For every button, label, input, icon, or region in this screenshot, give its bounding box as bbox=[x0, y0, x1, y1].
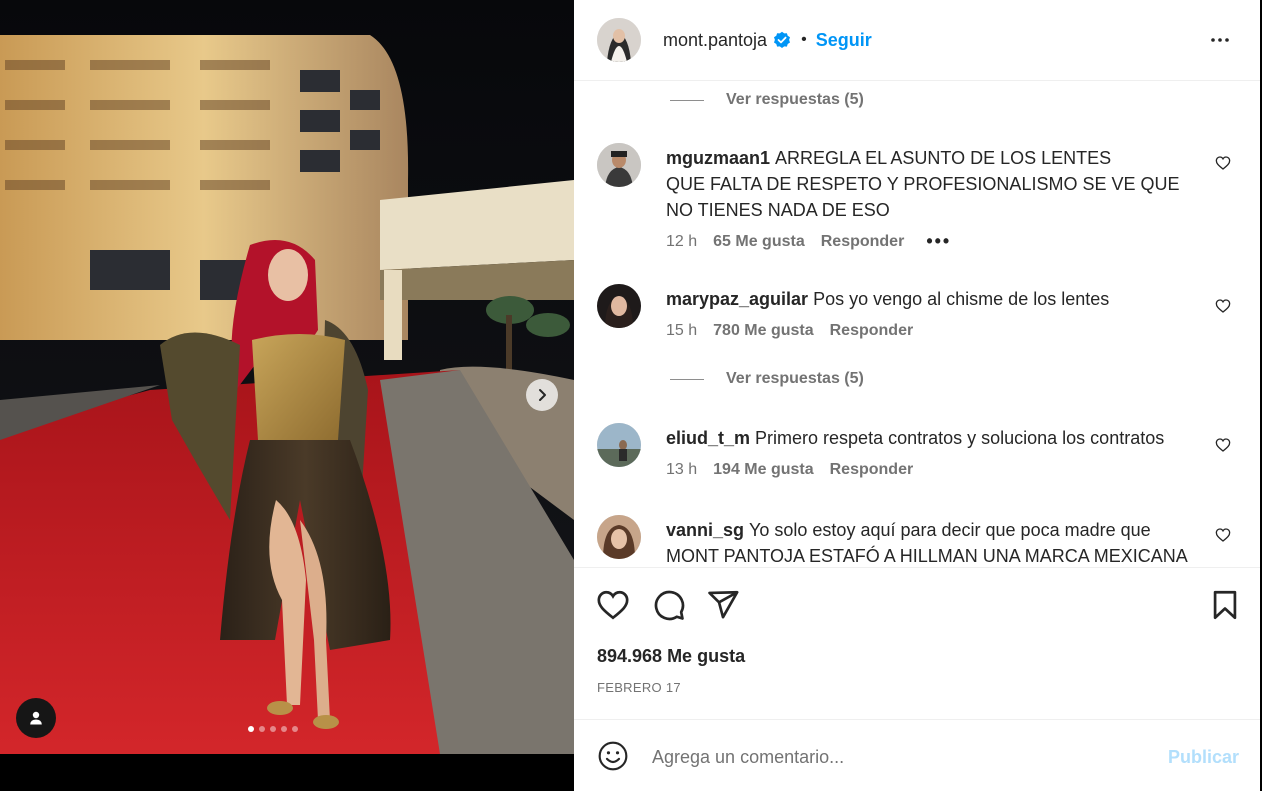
emoji-icon[interactable] bbox=[597, 740, 629, 772]
comment-composer: Publicar bbox=[574, 719, 1260, 791]
user-icon bbox=[30, 711, 42, 725]
post-modal: mont.pantoja • Seguir Ver respuestas (5)… bbox=[0, 0, 1262, 791]
comment-time[interactable]: 15 h bbox=[666, 322, 697, 340]
more-options-button[interactable] bbox=[1208, 28, 1232, 52]
commenter-username[interactable]: vanni_sg bbox=[666, 520, 744, 540]
bookmark-icon bbox=[1213, 590, 1237, 620]
avatar-image bbox=[597, 143, 641, 187]
comment-text: eliud_t_m Primero respeta contratos y sol… bbox=[666, 425, 1206, 451]
commenter-avatar[interactable] bbox=[597, 423, 641, 467]
comment-meta: 15 h 780 Me gusta Responder bbox=[666, 322, 929, 340]
comment-line: MONT PANTOJA ESTAFÓ A HILLMAN UNA MARCA … bbox=[666, 546, 1188, 566]
carousel-dot bbox=[248, 726, 254, 732]
chevron-right-icon bbox=[539, 389, 546, 401]
avatar-image bbox=[597, 423, 641, 467]
commenter-avatar[interactable] bbox=[597, 143, 641, 187]
view-replies-label: Ver respuestas (5) bbox=[726, 91, 864, 108]
carousel-dot bbox=[270, 726, 276, 732]
post-date[interactable]: FEBRERO 17 bbox=[597, 680, 681, 695]
reply-button[interactable]: Responder bbox=[830, 461, 914, 479]
post-actions: 894.968 Me gusta FEBRERO 17 bbox=[574, 567, 1260, 719]
comment-line: Yo solo estoy aquí para decir que poca m… bbox=[749, 520, 1151, 540]
carousel-dot bbox=[292, 726, 298, 732]
comment-input[interactable] bbox=[652, 744, 1132, 770]
carousel-dot bbox=[281, 726, 287, 732]
media-panel bbox=[0, 0, 574, 791]
commenter-username[interactable]: mguzmaan1 bbox=[666, 148, 770, 168]
photo-illustration bbox=[0, 0, 574, 754]
publish-button[interactable]: Publicar bbox=[1168, 747, 1239, 768]
commenter-avatar[interactable] bbox=[597, 515, 641, 559]
commenter-username[interactable]: marypaz_aguilar bbox=[666, 289, 808, 309]
heart-icon[interactable] bbox=[1215, 298, 1231, 314]
comment-text: mguzmaan1 ARREGLA EL ASUNTO DE LOS LENTES… bbox=[666, 145, 1206, 223]
carousel-indicator bbox=[248, 726, 298, 732]
avatar-image bbox=[597, 284, 641, 328]
avatar-image bbox=[597, 515, 641, 559]
comment-likes[interactable]: 194 Me gusta bbox=[713, 461, 813, 479]
comment-button[interactable] bbox=[652, 588, 686, 622]
comment-options-button[interactable]: ••• bbox=[926, 231, 951, 252]
comment-item: marypaz_aguilar Pos yo vengo al chisme de… bbox=[597, 284, 1237, 344]
comment-line: QUE FALTA DE RESPETO Y PROFESIONALISMO S… bbox=[666, 174, 1180, 220]
post-header: mont.pantoja • Seguir bbox=[574, 0, 1260, 81]
replies-divider bbox=[670, 99, 704, 101]
comment-line: Pos yo vengo al chisme de los lentes bbox=[813, 289, 1110, 309]
like-button[interactable] bbox=[596, 588, 630, 622]
tagged-users-button[interactable] bbox=[16, 698, 56, 738]
comments-list[interactable]: Ver respuestas (5) mguzmaan1 ARREGLA EL A… bbox=[574, 82, 1260, 567]
commenter-avatar[interactable] bbox=[597, 284, 641, 328]
comment-line: ARREGLA EL ASUNTO DE LOS LENTES bbox=[775, 148, 1112, 168]
more-horizontal-icon bbox=[1211, 38, 1229, 42]
view-replies-button[interactable]: Ver respuestas (5) bbox=[670, 91, 864, 109]
likes-count[interactable]: 894.968 Me gusta bbox=[597, 646, 745, 667]
comment-meta: 12 h 65 Me gusta Responder ••• bbox=[666, 231, 951, 252]
comment-time[interactable]: 13 h bbox=[666, 461, 697, 479]
author-username[interactable]: mont.pantoja bbox=[663, 30, 767, 51]
reply-button[interactable]: Responder bbox=[830, 322, 914, 340]
view-replies-label: Ver respuestas (5) bbox=[726, 370, 864, 387]
follow-button[interactable]: Seguir bbox=[816, 30, 872, 51]
comment-likes[interactable]: 65 Me gusta bbox=[713, 233, 805, 251]
comment-text: vanni_sg Yo solo estoy aquí para decir qu… bbox=[666, 517, 1206, 567]
comment-text: marypaz_aguilar Pos yo vengo al chisme de… bbox=[666, 286, 1206, 312]
save-button[interactable] bbox=[1208, 588, 1242, 622]
heart-icon[interactable] bbox=[1215, 527, 1231, 543]
verified-badge-icon bbox=[773, 31, 791, 49]
carousel-dot bbox=[259, 726, 265, 732]
post-photo[interactable] bbox=[0, 0, 574, 754]
commenter-username[interactable]: eliud_t_m bbox=[666, 428, 750, 448]
comment-item: vanni_sg Yo solo estoy aquí para decir qu… bbox=[597, 515, 1237, 567]
view-replies-button[interactable]: Ver respuestas (5) bbox=[670, 370, 864, 388]
replies-divider bbox=[670, 378, 704, 380]
comment-bubble-icon bbox=[654, 590, 685, 621]
comment-line: Primero respeta contratos y soluciona lo… bbox=[755, 428, 1165, 448]
comment-item: mguzmaan1 ARREGLA EL ASUNTO DE LOS LENTES… bbox=[597, 143, 1237, 253]
avatar-image bbox=[597, 18, 641, 62]
heart-icon[interactable] bbox=[1215, 437, 1231, 453]
heart-icon bbox=[597, 590, 629, 620]
author-avatar[interactable] bbox=[597, 18, 641, 62]
carousel-next-button[interactable] bbox=[526, 379, 558, 411]
reply-button[interactable]: Responder bbox=[821, 233, 905, 251]
comment-time[interactable]: 12 h bbox=[666, 233, 697, 251]
comment-meta: 13 h 194 Me gusta Responder bbox=[666, 461, 929, 479]
post-details-panel: mont.pantoja • Seguir Ver respuestas (5)… bbox=[574, 0, 1260, 791]
share-button[interactable] bbox=[706, 588, 740, 622]
header-separator: • bbox=[801, 31, 807, 48]
heart-icon[interactable] bbox=[1215, 155, 1231, 171]
comment-likes[interactable]: 780 Me gusta bbox=[713, 322, 813, 340]
comment-item: eliud_t_m Primero respeta contratos y sol… bbox=[597, 423, 1237, 483]
paper-plane-icon bbox=[708, 590, 739, 619]
